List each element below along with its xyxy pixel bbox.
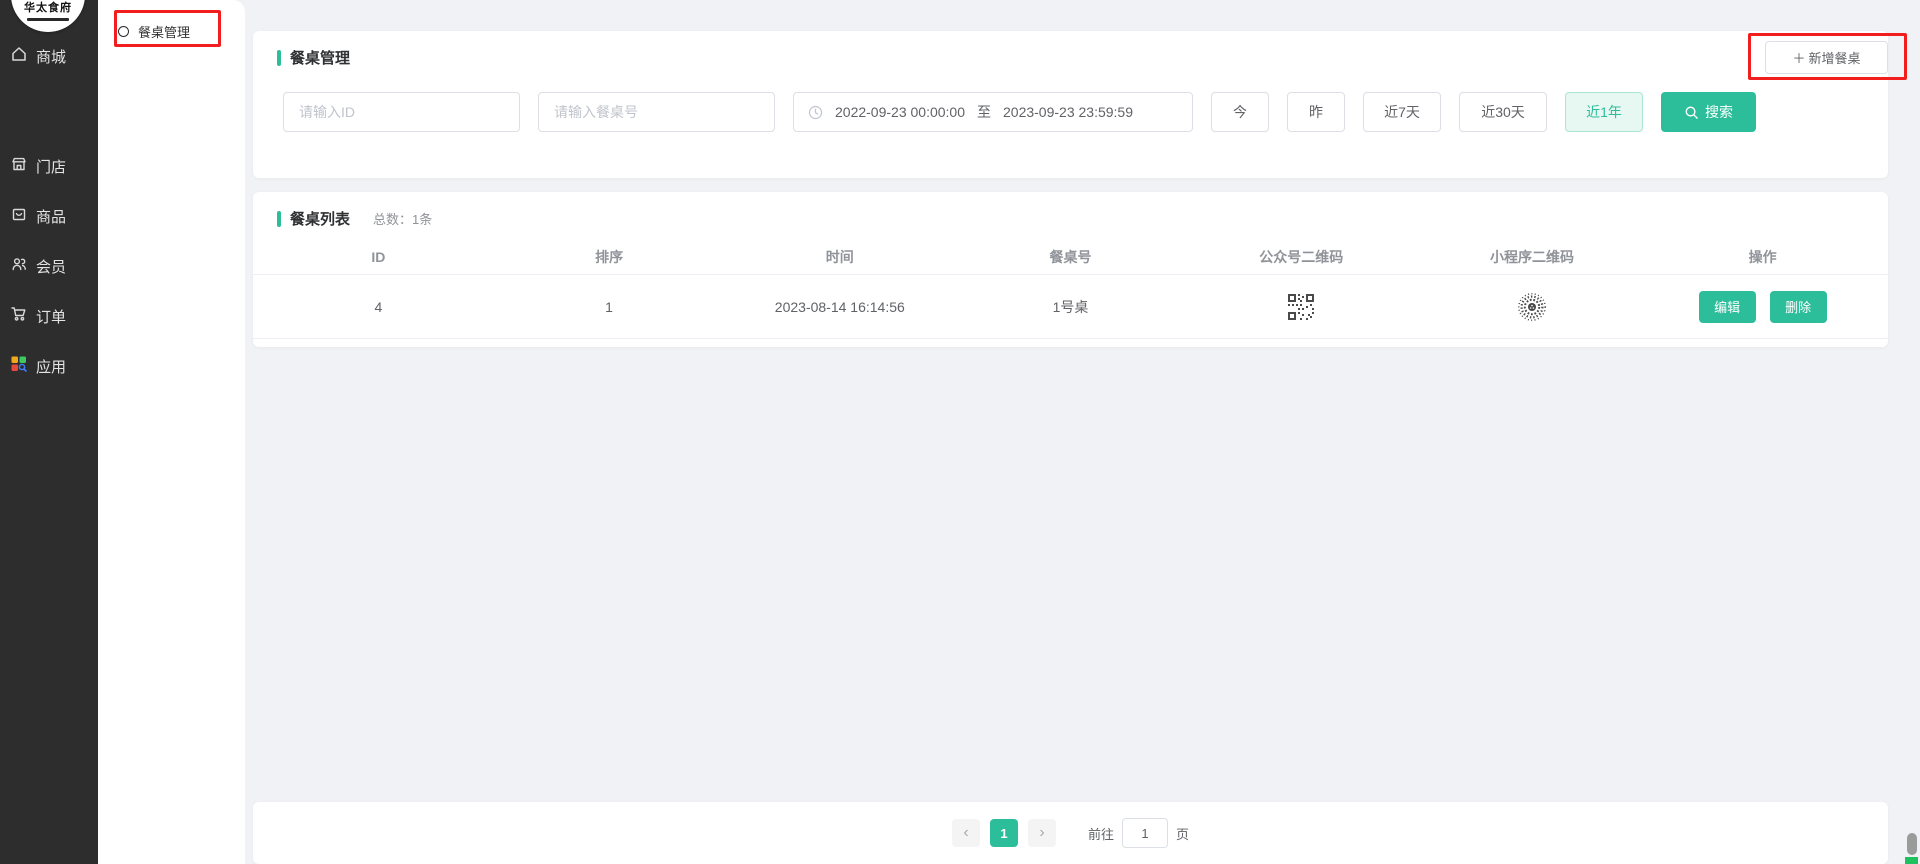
sidebar-item-store[interactable]: 门店 xyxy=(0,146,98,186)
sidebar-item-apps[interactable]: 应用 xyxy=(0,346,98,386)
pagination-controls: ‹ 1 › xyxy=(952,819,1056,847)
miniprogram-qr-image[interactable] xyxy=(1517,292,1547,322)
panel-title-row: 餐桌管理 xyxy=(253,31,1888,68)
search-button[interactable]: 搜索 xyxy=(1661,92,1756,132)
table-number-input[interactable] xyxy=(538,92,775,132)
search-icon xyxy=(1684,105,1699,120)
list-title: 餐桌列表 xyxy=(290,208,350,229)
page-number-input[interactable] xyxy=(1122,818,1168,848)
table-management-panel: 餐桌管理 ＋ 新增餐桌 2022-09-23 00:00:00 至 2023-0… xyxy=(253,31,1888,178)
main-content: 餐桌管理 ＋ 新增餐桌 2022-09-23 00:00:00 至 2023-0… xyxy=(245,0,1920,864)
sidebar-item-members[interactable]: 会员 xyxy=(0,246,98,286)
quick-filter-1year[interactable]: 近1年 xyxy=(1565,92,1643,132)
quick-filter-today[interactable]: 今 xyxy=(1211,92,1269,132)
sidebar-item-label: 会员 xyxy=(36,256,66,277)
date-separator: 至 xyxy=(977,102,991,122)
app-root: 华太食府 商城 门店 商品 会员 xyxy=(0,0,1920,864)
next-page-button[interactable]: › xyxy=(1028,819,1056,847)
goto-label: 前往 xyxy=(1088,824,1114,843)
clock-icon xyxy=(808,105,823,120)
edit-button[interactable]: 编辑 xyxy=(1699,291,1756,323)
goto-page-group: 前往 页 xyxy=(1088,818,1189,848)
sidebar-item-goods[interactable]: 商品 xyxy=(0,196,98,236)
title-accent-bar xyxy=(277,211,281,227)
scrollbar-thumb[interactable] xyxy=(1907,833,1917,855)
radio-circle-icon xyxy=(118,26,129,37)
store-icon xyxy=(10,155,28,177)
column-header-actions: 操作 xyxy=(1647,247,1878,267)
date-start: 2022-09-23 00:00:00 xyxy=(835,104,965,120)
title-accent-bar xyxy=(277,50,281,66)
list-title-row: 餐桌列表 总数：1条 xyxy=(253,192,1888,229)
filter-row: 2022-09-23 00:00:00 至 2023-09-23 23:59:5… xyxy=(253,92,1888,132)
page-unit-label: 页 xyxy=(1176,824,1189,843)
add-table-label: 新增餐桌 xyxy=(1809,48,1861,67)
quick-filter-yesterday[interactable]: 昨 xyxy=(1287,92,1345,132)
members-icon xyxy=(10,255,28,277)
logo: 华太食府 xyxy=(11,0,85,32)
column-header-id: ID xyxy=(263,249,494,265)
table-header-row: ID 排序 时间 餐桌号 公众号二维码 小程序二维码 操作 xyxy=(253,239,1888,275)
id-input[interactable] xyxy=(283,92,520,132)
date-range-picker[interactable]: 2022-09-23 00:00:00 至 2023-09-23 23:59:5… xyxy=(793,92,1193,132)
cell-official-qr xyxy=(1186,294,1417,320)
table-list-panel: 餐桌列表 总数：1条 ID 排序 时间 餐桌号 公众号二维码 小程序二维码 操作… xyxy=(253,192,1888,347)
table-row: 4 1 2023-08-14 16:14:56 1号桌 xyxy=(253,275,1888,339)
cell-time: 2023-08-14 16:14:56 xyxy=(724,299,955,315)
cell-sort: 1 xyxy=(494,299,725,315)
sidebar-item-label: 应用 xyxy=(36,356,66,377)
column-header-time: 时间 xyxy=(724,247,955,267)
column-header-table-no: 餐桌号 xyxy=(955,247,1186,267)
goods-icon xyxy=(10,205,28,227)
delete-button[interactable]: 删除 xyxy=(1770,291,1827,323)
apps-icon xyxy=(10,355,28,377)
add-table-button[interactable]: ＋ 新增餐桌 xyxy=(1765,41,1888,74)
cart-icon xyxy=(10,305,28,327)
sidebar-item-label: 商城 xyxy=(36,46,66,67)
panel-title: 餐桌管理 xyxy=(290,47,350,68)
logo-subline xyxy=(27,18,69,21)
prev-page-button[interactable]: ‹ xyxy=(952,819,980,847)
home-icon xyxy=(10,45,28,67)
plus-icon: ＋ xyxy=(1792,48,1805,67)
main-sidebar: 华太食府 商城 门店 商品 会员 xyxy=(0,0,98,864)
sidebar-item-mall[interactable]: 商城 xyxy=(0,36,98,76)
submenu-item-table-management[interactable]: 餐桌管理 xyxy=(98,0,245,41)
submenu-item-label: 餐桌管理 xyxy=(138,22,190,41)
sidebar-item-orders[interactable]: 订单 xyxy=(0,296,98,336)
column-header-official-qr: 公众号二维码 xyxy=(1186,247,1417,267)
column-header-miniprogram-qr: 小程序二维码 xyxy=(1417,247,1648,267)
cell-actions: 编辑 删除 xyxy=(1647,291,1878,323)
logo-text: 华太食府 xyxy=(11,0,85,15)
total-count-label: 总数：1条 xyxy=(373,209,432,228)
date-end: 2023-09-23 23:59:59 xyxy=(1003,104,1133,120)
quick-filter-30days[interactable]: 近30天 xyxy=(1459,92,1547,132)
page-1-button[interactable]: 1 xyxy=(990,819,1018,847)
sub-sidebar: 餐桌管理 xyxy=(98,0,245,864)
sidebar-item-label: 商品 xyxy=(36,206,66,227)
sidebar-item-label: 订单 xyxy=(36,306,66,327)
cell-table-no: 1号桌 xyxy=(955,297,1186,317)
cell-miniprogram-qr xyxy=(1417,292,1648,322)
sidebar-item-label: 门店 xyxy=(36,156,66,177)
search-label: 搜索 xyxy=(1705,102,1733,122)
cell-id: 4 xyxy=(263,299,494,315)
quick-filter-7days[interactable]: 近7天 xyxy=(1363,92,1441,132)
column-header-sort: 排序 xyxy=(494,247,725,267)
official-account-qr-image[interactable] xyxy=(1288,294,1314,320)
scrollbar-end-marker xyxy=(1905,857,1918,864)
pagination-bar: ‹ 1 › 前往 页 xyxy=(253,802,1888,864)
